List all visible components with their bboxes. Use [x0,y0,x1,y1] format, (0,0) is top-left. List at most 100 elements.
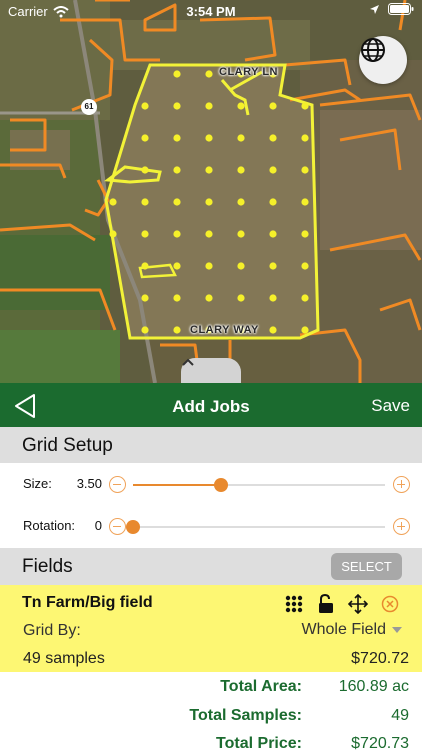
rotation-value: 0 [94,518,102,533]
size-slider-thumb[interactable] [214,478,229,492]
sample-point [301,166,309,174]
sample-point [301,262,309,270]
sample-point [301,230,309,238]
chevron-up-icon [182,358,194,366]
rotation-decrease-button[interactable] [109,518,126,535]
sample-point [109,230,117,238]
sample-point [173,70,181,78]
sample-point [301,326,309,334]
road-label-bottom: CLARY WAY [190,324,259,336]
grid-dots-button[interactable] [283,593,305,615]
page-title: Add Jobs [172,397,250,416]
globe-button[interactable] [359,36,407,84]
size-label: Size: [23,476,52,491]
dropdown-triangle-icon [392,627,402,633]
total-area-label: Total Area: [220,678,302,695]
sample-point [173,166,181,174]
sample-point [205,70,213,78]
globe-icon [361,38,385,62]
unlock-button[interactable] [315,593,337,615]
grid-by-label: Grid By: [23,622,81,639]
grid-setup-title: Grid Setup [22,435,113,456]
total-samples-label: Total Samples: [189,707,302,724]
sample-point [173,262,181,270]
sample-point [269,198,277,206]
move-arrows-icon [348,594,368,614]
field-name: Tn Farm/Big field [22,594,153,611]
sample-point [237,166,245,174]
sample-point [205,102,213,110]
totals-section: Total Area: 160.89 ac Total Samples: 49 … [0,672,422,750]
sample-point [237,102,245,110]
sample-point [141,294,149,302]
sample-point [205,262,213,270]
sample-point [173,294,181,302]
status-time: 3:54 PM [186,4,236,19]
sample-point [301,102,309,110]
sample-point [173,198,181,206]
size-decrease-button[interactable] [109,476,126,493]
sample-point [269,262,277,270]
total-price-value: $720.73 [351,735,409,750]
sample-point [269,166,277,174]
route-shield: 61 [81,99,97,115]
grid-setup-header: Grid Setup [0,427,422,463]
sample-point [301,198,309,206]
size-slider-row: Size: 3.50 [0,464,422,504]
sample-point [205,166,213,174]
size-increase-button[interactable] [393,476,410,493]
sample-point [301,294,309,302]
grid-by-value: Whole Field [301,621,386,638]
save-button[interactable]: Save [371,396,410,416]
rotation-label: Rotation: [23,518,76,533]
sample-point [269,230,277,238]
sample-point [173,102,181,110]
sample-point [141,166,149,174]
size-slider-track[interactable] [133,478,385,492]
sample-point [269,294,277,302]
move-button[interactable] [347,593,369,615]
sample-point [205,294,213,302]
map-drawer-handle[interactable] [181,358,241,383]
unlock-icon [319,594,333,613]
rotation-slider-thumb[interactable] [126,520,140,534]
rotation-slider-row: Rotation: 0 [0,506,422,546]
field-price: $720.72 [351,650,409,667]
sample-point [141,134,149,142]
sample-point [237,198,245,206]
sample-point [205,134,213,142]
sample-point [205,230,213,238]
navigation-bar: Add Jobs Save [0,383,422,427]
sample-point [237,262,245,270]
sample-point [141,326,149,334]
sample-point [269,102,277,110]
sample-point [237,134,245,142]
sample-point [141,262,149,270]
total-price-row: Total Price: $720.73 [0,729,422,750]
rotation-slider-track[interactable] [126,520,385,534]
fields-title: Fields [22,556,73,577]
grid-dots-icon [285,595,303,613]
sample-count: 49 samples [23,650,105,667]
sample-point [173,134,181,142]
rotation-increase-button[interactable] [393,518,410,535]
sample-point [141,230,149,238]
sample-point [109,198,117,206]
road-label-top: CLARY LN [219,66,278,78]
sample-point [205,198,213,206]
total-samples-value: 49 [391,707,409,724]
sample-point [141,198,149,206]
remove-field-button[interactable] [379,593,401,615]
select-button[interactable]: SELECT [331,553,402,580]
field-card[interactable]: Tn Farm/Big field Grid By: Whole Field 4… [0,585,422,672]
grid-by-dropdown[interactable]: Whole Field [302,621,402,639]
sample-point [269,326,277,334]
battery-icon [388,3,414,15]
fields-header: Fields SELECT [0,548,422,585]
field-tools [283,593,401,615]
status-bar: Carrier 3:54 PM [0,0,422,22]
sample-point [237,230,245,238]
map-view[interactable]: CLARY LN CLARY WAY 61 [0,0,422,383]
sample-point [237,294,245,302]
size-value: 3.50 [76,476,102,491]
